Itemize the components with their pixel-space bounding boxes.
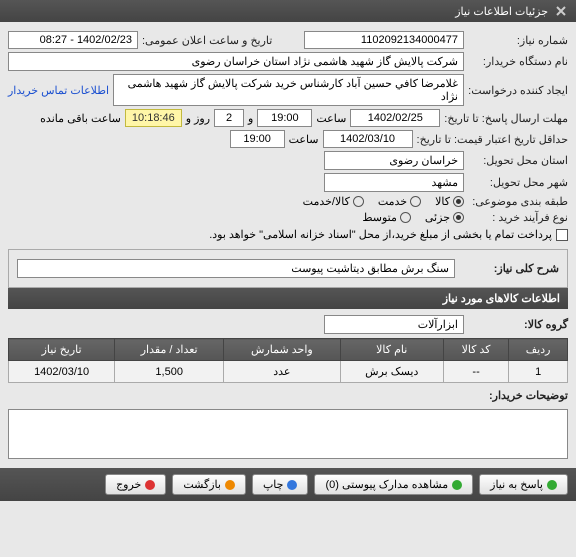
cell-idx: 1 (509, 361, 568, 383)
col-name: نام کالا (340, 339, 443, 361)
req-no-field: 1102092134000477 (304, 31, 464, 49)
group-field: ابزارآلات (324, 315, 464, 334)
cell-date: 1402/03/10 (9, 361, 115, 383)
days-label: روز و (186, 112, 210, 125)
pub-date-label: تاریخ و ساعت اعلان عمومی: (142, 34, 272, 47)
cell-name: دیسک برش (340, 361, 443, 383)
pub-date-field: 1402/02/23 - 08:27 (8, 31, 138, 49)
back-button[interactable]: بازگشت (172, 474, 246, 495)
radio-partial-label: جزئی (425, 211, 450, 224)
city-label: شهر محل تحویل: (468, 176, 568, 189)
col-code: کد کالا (443, 339, 508, 361)
notes-label: توضیحات خریدار: (468, 389, 568, 402)
requester-label: ایجاد کننده درخواست: (468, 84, 568, 97)
attachments-label: مشاهده مدارک پیوستی (0) (325, 478, 448, 491)
proc-label: نوع فرآیند خرید : (468, 211, 568, 224)
exit-label: خروج (116, 478, 141, 491)
desc-field: سنگ برش مطابق دیتاشیت پیوست (17, 259, 455, 278)
contact-link[interactable]: اطلاعات تماس خریدار (8, 84, 109, 97)
attach-icon (452, 480, 462, 490)
credit-label: حداقل تاریخ اعتبار قیمت: تا تاریخ: (417, 133, 568, 146)
payment-checkbox[interactable]: پرداخت تمام یا بخشی از مبلغ خرید،از محل … (209, 228, 568, 241)
credit-time-field: 19:00 (230, 130, 285, 148)
remain-label: ساعت باقی مانده (40, 112, 121, 125)
table-row[interactable]: 1 -- دیسک برش عدد 1,500 1402/03/10 (9, 361, 568, 383)
hour-label-1: ساعت (316, 112, 346, 125)
deadline-label: مهلت ارسال پاسخ: تا تاریخ: (444, 112, 568, 125)
cell-unit: عدد (224, 361, 340, 383)
print-label: چاپ (263, 478, 284, 491)
window-title: جزئیات اطلاعات نیاز (455, 5, 548, 18)
exit-icon (145, 480, 155, 490)
cell-code: -- (443, 361, 508, 383)
days-field: 2 (214, 109, 244, 127)
col-unit: واحد شمارش (224, 339, 340, 361)
city-field: مشهد (324, 173, 464, 192)
items-table: ردیف کد کالا نام کالا واحد شمارش تعداد /… (8, 338, 568, 383)
respond-button[interactable]: پاسخ به نیاز (479, 474, 568, 495)
desc-label: شرح کلی نیاز: (459, 262, 559, 275)
footer-toolbar: پاسخ به نیاز مشاهده مدارک پیوستی (0) چاپ… (0, 468, 576, 501)
buyer-label: نام دستگاه خریدار: (468, 55, 568, 68)
col-idx: ردیف (509, 339, 568, 361)
requester-field: غلامرضا کافي حسين آباد کارشناس خريد شرکت… (113, 74, 464, 106)
window-header: جزئیات اطلاعات نیاز (0, 0, 576, 22)
buyer-field: شرکت پالایش گاز شهید هاشمی نژاد استان خر… (8, 52, 464, 71)
radio-medium-label: متوسط (362, 211, 397, 224)
attachments-button[interactable]: مشاهده مدارک پیوستی (0) (314, 474, 473, 495)
deadline-time-field: 19:00 (257, 109, 312, 127)
back-label: بازگشت (183, 478, 221, 491)
radio-both-label: کالا/خدمت (303, 195, 350, 208)
radio-goods-label: کالا (435, 195, 450, 208)
group-label: گروه کالا: (468, 318, 568, 331)
close-icon[interactable] (554, 4, 568, 18)
payment-note: پرداخت تمام یا بخشی از مبلغ خرید،از محل … (209, 228, 552, 241)
req-no-label: شماره نیاز: (468, 34, 568, 47)
exit-button[interactable]: خروج (105, 474, 166, 495)
check-icon (547, 480, 557, 490)
countdown-badge: 10:18:46 (125, 109, 182, 127)
radio-both[interactable]: کالا/خدمت (303, 195, 364, 208)
items-header: اطلاعات کالاهای مورد نیاز (8, 288, 568, 309)
radio-medium[interactable]: متوسط (362, 211, 411, 224)
province-label: استان محل تحویل: (468, 154, 568, 167)
col-date: تاریخ نیاز (9, 339, 115, 361)
col-qty: تعداد / مقدار (115, 339, 224, 361)
subject-label: طبقه بندی موضوعی: (468, 195, 568, 208)
and-label: و (248, 112, 253, 125)
radio-goods[interactable]: کالا (435, 195, 464, 208)
respond-label: پاسخ به نیاز (490, 478, 543, 491)
print-icon (287, 480, 297, 490)
province-field: خراسان رضوی (324, 151, 464, 170)
deadline-date-field: 1402/02/25 (350, 109, 440, 127)
notes-field (8, 409, 568, 459)
credit-date-field: 1402/03/10 (323, 130, 413, 148)
radio-service-label: خدمت (378, 195, 407, 208)
description-section: شرح کلی نیاز: سنگ برش مطابق دیتاشیت پیوس… (8, 249, 568, 288)
radio-partial[interactable]: جزئی (425, 211, 464, 224)
radio-service[interactable]: خدمت (378, 195, 421, 208)
cell-qty: 1,500 (115, 361, 224, 383)
hour-label-2: ساعت (289, 133, 319, 146)
back-icon (225, 480, 235, 490)
print-button[interactable]: چاپ (252, 474, 309, 495)
